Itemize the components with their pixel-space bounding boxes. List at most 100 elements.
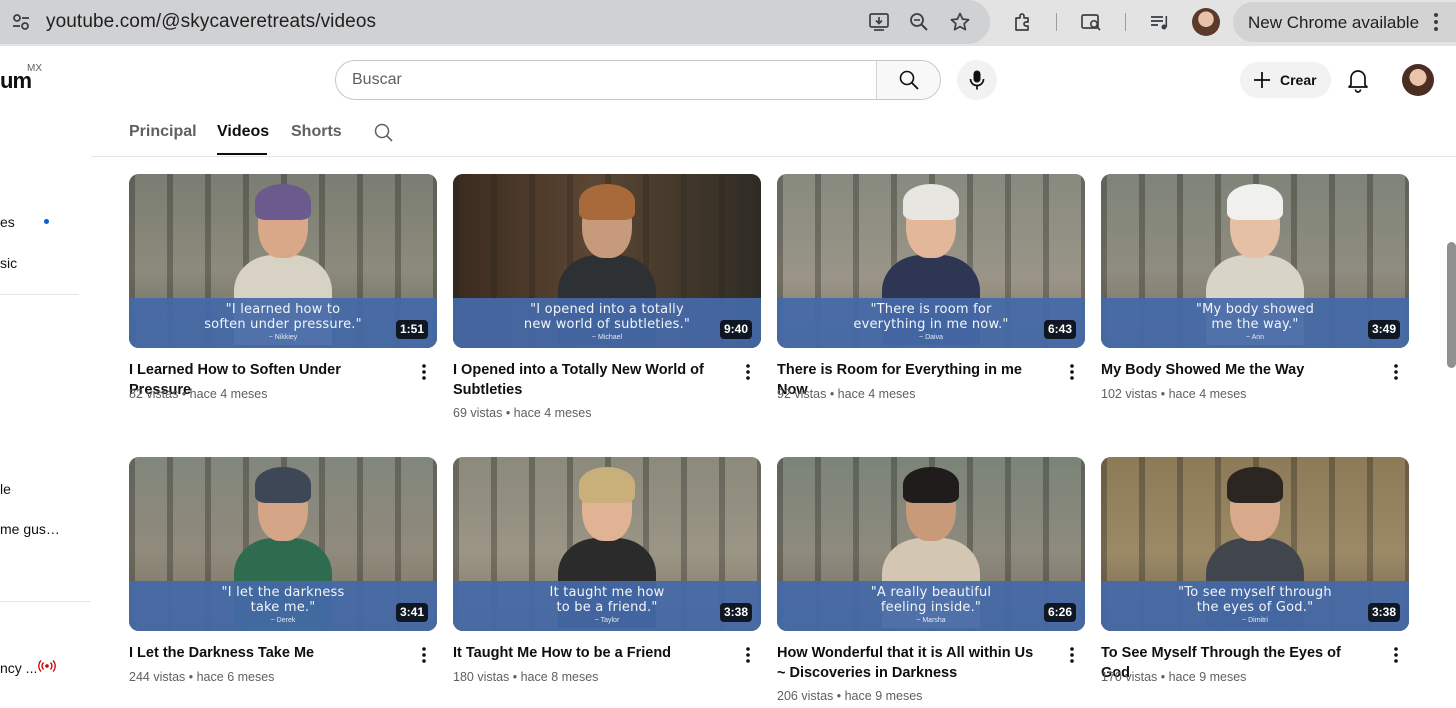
video-title[interactable]: My Body Showed Me the Way bbox=[1101, 360, 1367, 380]
video-thumbnail[interactable]: "A really beautiful feeling inside." ~ Mar… bbox=[777, 457, 1085, 631]
view-count: 82 vistas bbox=[129, 387, 179, 401]
tune-icon[interactable] bbox=[10, 11, 32, 33]
video-title[interactable]: I Opened into a Totally New World of Sub… bbox=[453, 360, 719, 400]
upload-age: hace 4 meses bbox=[837, 387, 916, 401]
video-thumbnail[interactable]: "To see myself through the eyes of God." ~… bbox=[1101, 457, 1409, 631]
upload-age: hace 4 meses bbox=[513, 406, 592, 420]
video-thumbnail[interactable]: "My body showed me the way." ~ Ann 3:49 bbox=[1101, 174, 1409, 348]
quote-line-1: "I learned how to bbox=[225, 302, 341, 317]
quote-line-1: "I let the darkness bbox=[221, 585, 345, 600]
media-control-icon[interactable] bbox=[1148, 11, 1170, 33]
sidebar-item-music[interactable]: sic bbox=[0, 255, 17, 271]
meta-separator: • bbox=[833, 689, 845, 703]
new-chrome-label: New Chrome available bbox=[1248, 13, 1420, 32]
video-thumbnail[interactable]: "I let the darkness take me." ~ Derek 3:41 bbox=[129, 457, 437, 631]
quote-line-1: "There is room for bbox=[870, 302, 992, 317]
voice-search-button[interactable] bbox=[957, 60, 997, 100]
video-thumbnail[interactable]: "I learned how to soften under pressure."… bbox=[129, 174, 437, 348]
region-code: MX bbox=[27, 63, 42, 74]
quote-author: ~ Nikkiey bbox=[268, 334, 298, 341]
star-icon[interactable] bbox=[949, 11, 971, 33]
quote-line-1: "I opened into a totally bbox=[530, 302, 684, 317]
puzzle-icon[interactable] bbox=[1012, 11, 1034, 33]
more-vert-icon[interactable] bbox=[1433, 11, 1439, 33]
upload-age: hace 9 meses bbox=[844, 689, 923, 703]
more-vert-icon[interactable] bbox=[1393, 646, 1399, 664]
meta-separator: • bbox=[185, 670, 197, 684]
channel-search-icon[interactable] bbox=[373, 122, 393, 142]
install-app-icon[interactable] bbox=[868, 11, 890, 33]
duration-badge: 1:51 bbox=[395, 320, 428, 339]
search-bar bbox=[335, 60, 941, 100]
address-bar[interactable]: youtube.com/@skycaveretreats/videos bbox=[0, 0, 990, 44]
tab-search-icon[interactable] bbox=[1080, 11, 1102, 33]
tab-principal[interactable]: Principal bbox=[129, 123, 197, 141]
quote-line-2: new world of subtleties." bbox=[523, 317, 691, 332]
video-metadata: 69 vistas • hace 4 meses bbox=[453, 406, 592, 420]
create-button[interactable]: Crear bbox=[1240, 62, 1331, 98]
more-vert-icon[interactable] bbox=[745, 363, 751, 381]
upload-age: hace 8 meses bbox=[520, 670, 599, 684]
duration-badge: 9:40 bbox=[719, 320, 752, 339]
chrome-profile-avatar[interactable] bbox=[1192, 8, 1220, 36]
more-vert-icon[interactable] bbox=[1069, 363, 1075, 381]
bell-icon[interactable] bbox=[1344, 66, 1372, 94]
quote-author: ~ Taylor bbox=[594, 617, 620, 624]
video-metadata: 82 vistas • hace 4 meses bbox=[129, 387, 268, 401]
quote-author: ~ Derek bbox=[270, 617, 296, 624]
video-metadata: 170 vistas • hace 9 meses bbox=[1101, 670, 1246, 684]
account-avatar[interactable] bbox=[1402, 64, 1434, 96]
view-count: 170 vistas bbox=[1101, 670, 1158, 684]
more-vert-icon[interactable] bbox=[421, 646, 427, 664]
quote-author: ~ Daiva bbox=[919, 334, 943, 341]
quote-line-2: me the way." bbox=[1211, 317, 1299, 332]
search-input[interactable] bbox=[336, 61, 877, 99]
video-title[interactable]: How Wonderful that it is All within Us ~… bbox=[777, 643, 1043, 683]
page-scrollbar[interactable] bbox=[1447, 242, 1456, 368]
video-title[interactable]: It Taught Me How to be a Friend bbox=[453, 643, 719, 663]
tabs-divider bbox=[91, 156, 1456, 157]
quote-line-2: soften under pressure." bbox=[204, 317, 362, 332]
more-vert-icon[interactable] bbox=[421, 363, 427, 381]
more-vert-icon[interactable] bbox=[1069, 646, 1075, 664]
quote-line-2: to be a friend." bbox=[556, 600, 658, 615]
toolbar-divider bbox=[1056, 13, 1057, 31]
create-label: Crear bbox=[1280, 72, 1317, 88]
view-count: 244 vistas bbox=[129, 670, 186, 684]
tab-shorts[interactable]: Shorts bbox=[291, 123, 342, 141]
quote-author: ~ Marsha bbox=[916, 617, 946, 624]
quote-line-1: "To see myself through bbox=[1178, 585, 1332, 600]
video-thumbnail[interactable]: "I opened into a totally new world of sub… bbox=[453, 174, 761, 348]
video-title[interactable]: I Let the Darkness Take Me bbox=[129, 643, 395, 663]
duration-badge: 3:38 bbox=[1367, 603, 1400, 622]
browser-toolbar: youtube.com/@skycaveretreats/videos New bbox=[0, 0, 1456, 46]
sidebar-item-subscription[interactable]: es bbox=[0, 214, 15, 230]
video-metadata: 206 vistas • hace 9 meses bbox=[777, 689, 922, 703]
zoom-icon[interactable] bbox=[908, 11, 930, 33]
meta-separator: • bbox=[1157, 387, 1169, 401]
view-count: 92 vistas bbox=[777, 387, 827, 401]
search-icon bbox=[899, 70, 919, 90]
tab-videos[interactable]: Videos bbox=[217, 123, 269, 141]
sidebar-divider bbox=[0, 294, 79, 295]
video-metadata: 92 vistas • hace 4 meses bbox=[777, 387, 916, 401]
meta-separator: • bbox=[178, 387, 190, 401]
live-icon bbox=[38, 660, 56, 672]
sidebar-item-channel[interactable]: ncy ... bbox=[0, 660, 37, 676]
video-thumbnail[interactable]: "There is room for everything in me now."… bbox=[777, 174, 1085, 348]
meta-separator: • bbox=[502, 406, 514, 420]
url-text[interactable]: youtube.com/@skycaveretreats/videos bbox=[46, 11, 376, 33]
upload-age: hace 4 meses bbox=[189, 387, 268, 401]
new-chrome-available-button[interactable]: New Chrome available bbox=[1233, 2, 1456, 42]
view-count: 102 vistas bbox=[1101, 387, 1158, 401]
search-button[interactable] bbox=[876, 61, 940, 99]
video-thumbnail[interactable]: It taught me how to be a friend." ~ Taylor… bbox=[453, 457, 761, 631]
more-vert-icon[interactable] bbox=[745, 646, 751, 664]
sidebar-item-liked[interactable]: me gus… bbox=[0, 521, 60, 537]
toolbar-divider bbox=[1125, 13, 1126, 31]
more-vert-icon[interactable] bbox=[1393, 363, 1399, 381]
quote-line-2: the eyes of God." bbox=[1196, 600, 1314, 615]
view-count: 69 vistas bbox=[453, 406, 503, 420]
sidebar-item-fragment[interactable]: le bbox=[0, 481, 11, 497]
meta-separator: • bbox=[826, 387, 838, 401]
